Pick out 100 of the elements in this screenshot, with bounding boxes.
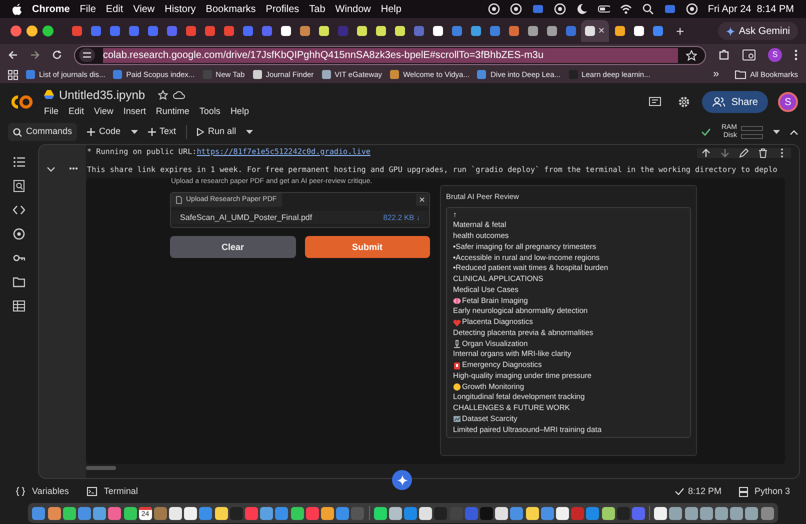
app-icon[interactable]: [169, 506, 182, 520]
chevron-icon[interactable]: [47, 167, 55, 172]
app-icon[interactable]: [526, 506, 539, 520]
menu-item[interactable]: View: [133, 2, 155, 16]
app-name[interactable]: Chrome: [32, 2, 70, 16]
more-bookmarks-button[interactable]: »: [712, 66, 720, 83]
star-icon[interactable]: [686, 50, 697, 60]
search-icon[interactable]: [642, 3, 654, 15]
app-icon[interactable]: [495, 506, 508, 520]
app-icon[interactable]: [124, 506, 137, 520]
ask-gemini-button[interactable]: Ask Gemini: [718, 22, 798, 40]
app-icon[interactable]: [214, 506, 228, 520]
add-code-button[interactable]: Code: [87, 125, 121, 139]
terminal-button[interactable]: Terminal: [86, 484, 138, 498]
notebook-title[interactable]: Untitled35.ipynb: [59, 86, 146, 104]
app-icon[interactable]: [290, 506, 304, 520]
run-all-button[interactable]: Run all: [197, 125, 236, 139]
delete-icon[interactable]: [758, 148, 768, 158]
key-variable-icon[interactable]: [13, 228, 25, 240]
commands-button[interactable]: Commands: [8, 123, 78, 141]
close-window-icon[interactable]: [10, 25, 22, 37]
menu-item[interactable]: Profiles: [266, 2, 300, 16]
key-icon[interactable]: [13, 252, 25, 264]
app-icon[interactable]: [93, 506, 106, 520]
menu-item[interactable]: Runtime: [156, 104, 190, 118]
settings-icon[interactable]: [678, 96, 690, 108]
scrollbar-thumb[interactable]: [86, 466, 116, 470]
app-icon[interactable]: [715, 506, 728, 520]
app-icon[interactable]: [260, 506, 274, 520]
gemini-button[interactable]: [392, 470, 412, 490]
menu-item[interactable]: Bookmarks: [206, 2, 256, 16]
collapse-icon[interactable]: [790, 130, 798, 134]
clear-button[interactable]: Clear: [170, 236, 296, 258]
menu-item[interactable]: Help: [380, 2, 402, 16]
tab-search-icon[interactable]: [742, 49, 756, 61]
battery-icon[interactable]: [598, 3, 610, 15]
app-icon[interactable]: [388, 506, 402, 520]
menu-item[interactable]: View: [94, 104, 114, 118]
back-icon[interactable]: [8, 50, 18, 60]
extensions-icon[interactable]: [718, 49, 730, 61]
menu-item[interactable]: Window: [335, 2, 371, 16]
app-icon[interactable]: [730, 506, 744, 520]
star-icon[interactable]: [158, 90, 168, 100]
status-icon[interactable]: [686, 3, 698, 15]
variables-button[interactable]: Variables: [16, 484, 69, 498]
caret-icon[interactable]: [130, 130, 138, 134]
app-icon[interactable]: [62, 506, 76, 520]
more-icon[interactable]: [69, 167, 78, 170]
folder-icon[interactable]: [13, 276, 25, 288]
runtime-button[interactable]: Python 3: [739, 484, 790, 498]
app-icon[interactable]: [745, 506, 758, 520]
menu-item[interactable]: History: [164, 2, 196, 16]
menu-item[interactable]: Help: [230, 104, 249, 118]
app-icon[interactable]: [602, 506, 615, 520]
arrow-down-icon[interactable]: [720, 148, 730, 158]
menu-item[interactable]: Edit: [68, 104, 84, 118]
site-settings-icon[interactable]: [79, 48, 95, 62]
caret-icon[interactable]: [246, 130, 254, 134]
code-icon[interactable]: [13, 204, 25, 216]
add-text-button[interactable]: Text: [148, 125, 176, 139]
app-icon[interactable]: [654, 506, 668, 520]
menu-item[interactable]: File: [44, 104, 59, 118]
edit-icon[interactable]: [739, 148, 749, 158]
reload-icon[interactable]: [52, 50, 62, 60]
app-icon[interactable]: [669, 506, 682, 520]
caret-icon[interactable]: [773, 130, 780, 134]
app-icon[interactable]: [700, 506, 713, 520]
menu-item[interactable]: Tools: [199, 104, 220, 118]
app-icon[interactable]: [48, 506, 61, 520]
app-icon[interactable]: [184, 506, 198, 520]
forward-icon[interactable]: [30, 50, 40, 60]
app-icon[interactable]: [419, 506, 432, 520]
menu-item[interactable]: File: [80, 2, 96, 16]
address-field[interactable]: colab.research.google.com/drive/17JsfKbQIPghhQ415nnSA8zk3es-bpelE#scrollTo=3fBhbZES-m3u: [74, 46, 706, 64]
minimize-window-icon[interactable]: [26, 25, 38, 37]
apps-grid-icon[interactable]: [8, 70, 18, 80]
more-icon[interactable]: [794, 49, 798, 61]
toc-icon[interactable]: [13, 156, 25, 168]
app-icon[interactable]: [320, 506, 334, 520]
menu-item[interactable]: Insert: [123, 104, 146, 118]
comment-icon[interactable]: [649, 96, 662, 108]
account-avatar[interactable]: S: [778, 92, 798, 112]
browser-tab[interactable]: ×: [581, 20, 609, 42]
app-icon[interactable]: [684, 506, 698, 520]
remove-file-button[interactable]: ×: [416, 194, 428, 206]
menu-item[interactable]: Tab: [309, 2, 326, 16]
app-icon[interactable]: [374, 506, 387, 520]
status-icon[interactable]: [554, 3, 566, 15]
share-button[interactable]: Share: [702, 91, 768, 113]
app-icon[interactable]: [556, 506, 569, 520]
status-icon[interactable]: [488, 3, 500, 15]
arrow-up-icon[interactable]: [701, 148, 711, 158]
status-icon[interactable]: [510, 3, 522, 15]
find-icon[interactable]: [13, 180, 25, 192]
profile-avatar[interactable]: S: [768, 48, 782, 62]
new-tab-button[interactable]: +: [668, 20, 692, 42]
wifi-icon[interactable]: [620, 3, 632, 15]
table-icon[interactable]: [13, 300, 25, 312]
zoom-window-icon[interactable]: [42, 25, 54, 37]
moon-icon[interactable]: [576, 3, 588, 15]
